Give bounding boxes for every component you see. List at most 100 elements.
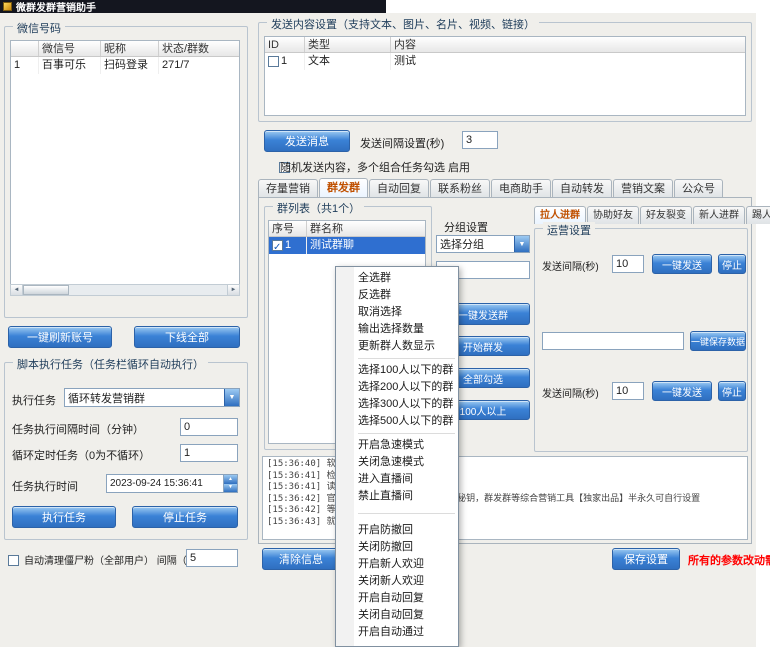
random-send-label: 随机发送内容，多个组合任务勾选 启用 (280, 159, 470, 175)
run-task-button[interactable]: 执行任务 (12, 506, 116, 528)
content-row-checkbox[interactable] (268, 56, 279, 67)
menu-item-autoreply-off[interactable]: 关闭自动回复 (336, 607, 458, 624)
tab-qunfaqun[interactable]: 群发群 (319, 178, 368, 198)
window-titlebar[interactable]: 微群发群营销助手 (0, 0, 386, 13)
task-interval-input[interactable] (180, 418, 238, 436)
menu-separator (358, 358, 455, 359)
tab-auto-forward[interactable]: 自动转发 (552, 179, 612, 198)
menu-item-welcome-off[interactable]: 关闭新人欢迎 (336, 573, 458, 590)
group-row-selected[interactable]: 1 测试群聊 (269, 237, 425, 254)
group-filter-select[interactable]: 选择分组 ▼ (436, 235, 530, 253)
content-col-content: 内容 (391, 37, 745, 52)
tab-contact-fans[interactable]: 联系粉丝 (430, 179, 490, 198)
group-filter-value: 选择分组 (437, 236, 487, 252)
spinner-updown-icon[interactable]: ▲▼ (223, 475, 237, 492)
save-settings-button[interactable]: 保存设置 (612, 548, 680, 570)
send-content-table: ID 类型 内容 1 文本 测试 (264, 36, 746, 116)
ops-row1-input[interactable] (612, 255, 644, 273)
tab-marketing-copy[interactable]: 营销文案 (613, 179, 673, 198)
content-row-text: 测试 (391, 53, 745, 70)
send-interval-label: 发送间隔设置(秒) (360, 135, 444, 151)
content-col-id: ID (265, 37, 305, 52)
filter-label: 分组设置 (444, 219, 488, 235)
accounts-hscrollbar[interactable]: ◄ ► (10, 284, 240, 296)
task-loop-input[interactable] (180, 444, 238, 462)
content-col-type: 类型 (305, 37, 391, 52)
menu-item-under-100[interactable]: 选择100人以下的群 (336, 362, 458, 379)
chevron-down-icon[interactable]: ▼ (514, 236, 529, 252)
account-row-wechat: 百事可乐 (39, 57, 101, 74)
group-row-checkbox[interactable] (272, 240, 283, 251)
menu-item-under-300[interactable]: 选择300人以下的群 (336, 396, 458, 413)
group-list-header: 序号 群名称 (269, 221, 425, 237)
accounts-col-num (11, 41, 39, 56)
auto-clean-interval-input[interactable] (186, 549, 238, 567)
send-content-group-title: 发送内容设置（支持文本、图片、名片、视频、链接） (267, 16, 539, 32)
menu-item-block-live[interactable]: 禁止直播间 (336, 488, 458, 505)
ops-row1-label: 发送间隔(秒) (542, 258, 599, 273)
menu-item-welcome-on[interactable]: 开启新人欢迎 (336, 556, 458, 573)
group-row-numcell: 1 (269, 237, 307, 254)
ops-row1-send-button[interactable]: 一键发送 (652, 254, 712, 274)
ops-row1-stop-button[interactable]: 停止 (718, 254, 746, 274)
menu-item-under-500[interactable]: 选择500人以下的群 (336, 413, 458, 430)
menu-item-under-200[interactable]: 选择200人以下的群 (336, 379, 458, 396)
account-row-nick: 扫码登录 (101, 57, 159, 74)
menu-item-enter-live[interactable]: 进入直播间 (336, 471, 458, 488)
group-col-name: 群名称 (307, 221, 425, 236)
stop-task-button[interactable]: 停止任务 (132, 506, 238, 528)
offline-all-button[interactable]: 下线全部 (134, 326, 240, 348)
tab-auto-reply[interactable]: 自动回复 (369, 179, 429, 198)
scroll-right-icon[interactable]: ► (227, 285, 239, 295)
accounts-col-status: 状态/群数 (159, 41, 239, 56)
clear-log-button[interactable]: 清除信息 (262, 548, 340, 570)
ops-row3-label: 发送间隔(秒) (542, 385, 599, 400)
tab-newcomer[interactable]: 新人进群 (693, 206, 745, 224)
table-row[interactable]: 1 百事可乐 扫码登录 271/7 (11, 57, 239, 74)
account-row-status: 271/7 (159, 57, 239, 74)
send-interval-input[interactable] (462, 131, 498, 149)
screenshot-root: 微群发群营销助手 微信号码 微信号 昵称 状态/群数 1 百事可乐 扫码登录 2… (0, 0, 770, 647)
menu-item-select-all[interactable]: 全选群 (336, 270, 458, 287)
task-select[interactable]: 循环转发营销群 ▼ (64, 388, 240, 407)
menu-item-antirecall-on[interactable]: 开启防撤回 (336, 522, 458, 539)
task-time-label: 任务执行时间 (12, 478, 78, 494)
task-label: 执行任务 (12, 392, 56, 408)
tab-friend-fission[interactable]: 好友裂变 (640, 206, 692, 224)
task-time-picker[interactable]: 2023-09-24 15:36:41 ▲▼ (106, 474, 238, 493)
menu-item-antirecall-off[interactable]: 关闭防撤回 (336, 539, 458, 556)
scroll-left-icon[interactable]: ◄ (11, 285, 23, 295)
account-row-num: 1 (11, 57, 39, 74)
tab-ecommerce[interactable]: 电商助手 (491, 179, 551, 198)
main-tabbar: 存量营销 群发群 自动回复 联系粉丝 电商助手 自动转发 营销文案 公众号 (258, 178, 723, 198)
menu-item-fast-on[interactable]: 开启急速模式 (336, 437, 458, 454)
menu-item-fast-off[interactable]: 关闭急速模式 (336, 454, 458, 471)
auto-clean-checkbox[interactable] (8, 555, 19, 566)
menu-item-deselect[interactable]: 取消选择 (336, 304, 458, 321)
context-menu: 全选群 反选群 取消选择 输出选择数量 更新群人数显示 选择100人以下的群 选… (335, 266, 459, 647)
table-row[interactable]: 1 文本 测试 (265, 53, 745, 70)
ops-save-data-button[interactable]: 一键保存数据 (690, 331, 746, 351)
menu-item-invert[interactable]: 反选群 (336, 287, 458, 304)
menu-item-refresh-count[interactable]: 更新群人数显示 (336, 338, 458, 355)
menu-item-autoreply-on[interactable]: 开启自动回复 (336, 590, 458, 607)
tab-cunliang-yingxiao[interactable]: 存量营销 (258, 179, 318, 198)
chevron-down-icon[interactable]: ▼ (224, 389, 239, 406)
content-row-num: 1 (281, 53, 287, 70)
ops-row2-input[interactable] (542, 332, 684, 350)
accounts-col-wechat: 微信号 (39, 41, 101, 56)
task-loop-label: 循环定时任务（0为不循环） (12, 447, 150, 463)
ops-row3-input[interactable] (612, 382, 644, 400)
ops-row3-send-button[interactable]: 一键发送 (652, 381, 712, 401)
tab-kick[interactable]: 踢人 (746, 206, 770, 224)
script-task-group-title: 脚本执行任务（任务栏循环自动执行） (13, 356, 208, 372)
ops-group-title: 运营设置 (543, 222, 595, 238)
send-message-button[interactable]: 发送消息 (264, 130, 350, 152)
ops-row3-stop-button[interactable]: 停止 (718, 381, 746, 401)
menu-item-output-count[interactable]: 输出选择数量 (336, 321, 458, 338)
scroll-thumb[interactable] (23, 285, 69, 295)
menu-separator (358, 433, 455, 434)
refresh-accounts-button[interactable]: 一键刷新账号 (8, 326, 112, 348)
tab-official-account[interactable]: 公众号 (674, 179, 723, 198)
menu-item-autopass-on[interactable]: 开启自动通过 (336, 624, 458, 641)
